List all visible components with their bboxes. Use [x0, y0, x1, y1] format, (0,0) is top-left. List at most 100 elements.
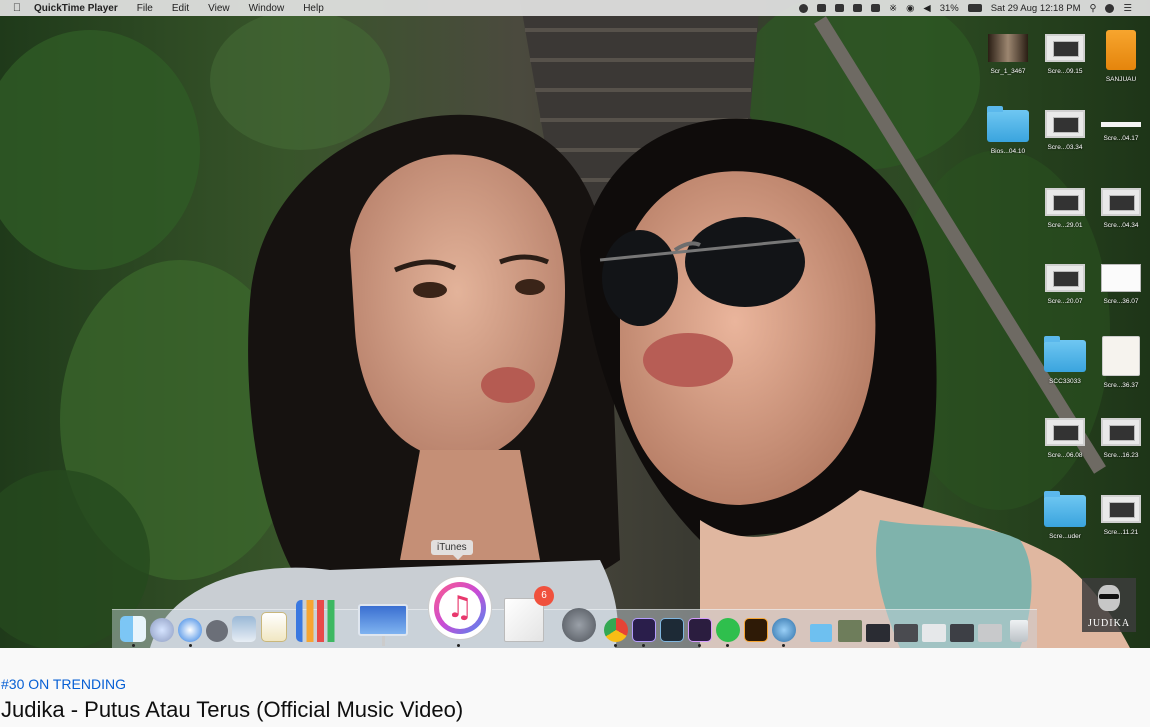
dock-thumbnail-icon[interactable]: [950, 624, 974, 642]
desktop-file-icon[interactable]: Scre...uder: [1039, 491, 1091, 540]
system-preferences-icon[interactable]: [562, 608, 596, 642]
menu-view[interactable]: View: [208, 3, 230, 14]
trash-icon[interactable]: [1010, 620, 1028, 642]
desktop-file-icon[interactable]: Scre...20.07: [1039, 264, 1091, 305]
menu-status-area: ※ ◉ ◀ 31% Sat 29 Aug 12:18 PM ⚲ ☰: [799, 0, 1132, 16]
thumb-thumbnail: [1045, 188, 1085, 216]
trending-badge[interactable]: #30 ON TRENDING: [1, 676, 126, 692]
watermark-sunglasses: [1099, 594, 1119, 599]
desktop-file-label: Bios...04.10: [990, 148, 1026, 155]
bluetooth-icon[interactable]: ※: [889, 3, 897, 14]
desktop-file-label: SANJUAU: [1105, 76, 1137, 83]
desktop-file-icon[interactable]: SANJUAU: [1095, 30, 1147, 83]
thumb-thumbnail: [1045, 110, 1085, 138]
line-thumbnail: [1101, 122, 1141, 127]
desktop-file-label: Scre...uder: [1049, 533, 1081, 540]
illustrator-icon[interactable]: [744, 618, 768, 642]
desktop-file-icon[interactable]: Scre...03.34: [1039, 110, 1091, 151]
numbers-icon[interactable]: [296, 600, 344, 642]
finder-icon[interactable]: [120, 616, 146, 642]
lightroom-icon[interactable]: [660, 618, 684, 642]
whatsapp-icon[interactable]: [716, 618, 740, 642]
desktop-file-label: SCC33033: [1049, 378, 1081, 385]
menu-edit[interactable]: Edit: [172, 3, 189, 14]
dock-thumbnail-icon[interactable]: [978, 624, 1002, 642]
spotlight-search-icon[interactable]: ⚲: [1090, 3, 1097, 14]
thumb-thumbnail: [1045, 34, 1085, 62]
battery-icon: [967, 4, 982, 12]
dock-tooltip: iTunes: [431, 540, 473, 560]
desktop-file-icon[interactable]: Scre...16.23: [1095, 418, 1147, 459]
menu-file[interactable]: File: [137, 3, 153, 14]
desktop-file-label: Scre...36.07: [1103, 298, 1139, 305]
drive-thumbnail: [1106, 30, 1136, 70]
desktop-file-icon[interactable]: Scr_1_3467: [982, 34, 1034, 75]
safari-icon[interactable]: [178, 618, 202, 642]
running-indicator: [782, 644, 785, 647]
menu-help[interactable]: Help: [303, 3, 324, 14]
desktop-file-icon[interactable]: SCC33033: [1039, 336, 1091, 385]
desktop-file-icon[interactable]: Scre...29.01: [1039, 188, 1091, 229]
menu-window[interactable]: Window: [249, 3, 285, 14]
camera-status-icon[interactable]: [871, 4, 881, 12]
dock-thumbnail-icon[interactable]: [922, 624, 946, 642]
desktop-file-label: Scre...03.34: [1047, 144, 1083, 151]
desktop-file-icon[interactable]: Scre...04.17: [1095, 110, 1147, 142]
battery-status[interactable]: 31%: [940, 3, 959, 14]
channel-watermark[interactable]: JUDIKA: [1082, 578, 1136, 632]
folder-thumbnail: [1044, 336, 1086, 372]
quicktime-icon[interactable]: [772, 618, 796, 642]
video-title: Judika - Putus Atau Terus (Official Musi…: [1, 697, 464, 722]
dock-thumbnail-icon[interactable]: [838, 620, 862, 642]
video-player[interactable]:  QuickTime Player File Edit View Window…: [0, 0, 1150, 648]
siri-icon[interactable]: [150, 618, 174, 642]
launchpad-icon[interactable]: [206, 620, 228, 642]
desktop-file-label: Scr_1_3467: [990, 68, 1026, 75]
desktop-file-icon[interactable]: Scre...36.07: [1095, 264, 1147, 305]
record-status-icon[interactable]: [799, 3, 809, 13]
desktop-file-icon[interactable]: Bios...04.10: [982, 106, 1034, 155]
display-status-icon[interactable]: [817, 4, 827, 12]
desktop-file-icon[interactable]: Scre...09.15: [1039, 34, 1091, 75]
apple-menu-icon[interactable]: : [0, 2, 34, 14]
running-indicator: [614, 644, 617, 647]
thumb-thumbnail: [1045, 264, 1085, 292]
thumb-thumbnail: [1101, 418, 1141, 446]
notification-center-icon[interactable]: ☰: [1123, 3, 1132, 14]
running-indicator: [189, 644, 192, 647]
thumb-thumbnail: [1101, 188, 1141, 216]
volume-icon[interactable]: ◀: [923, 3, 930, 14]
running-indicator: [132, 644, 135, 647]
wifi-icon[interactable]: ◉: [906, 3, 914, 14]
keynote-icon[interactable]: [358, 604, 408, 636]
desktop-file-label: Scre...16.23: [1103, 452, 1139, 459]
menu-app-name[interactable]: QuickTime Player: [34, 3, 118, 14]
cloud-status-icon[interactable]: [835, 4, 845, 12]
after-effects-icon[interactable]: [632, 618, 656, 642]
clipboard-status-icon[interactable]: [853, 4, 863, 12]
desktop-file-label: Scre...04.34: [1103, 222, 1139, 229]
siri-menu-icon[interactable]: [1105, 3, 1115, 13]
running-indicator: [698, 644, 701, 647]
desktop-file-icon[interactable]: Scre...36.37: [1095, 336, 1147, 389]
doc-thumbnail: [1101, 264, 1141, 292]
itunes-icon[interactable]: ♫: [428, 576, 492, 640]
downloads-folder-icon[interactable]: [810, 624, 832, 642]
desktop-file-icon[interactable]: Scre...04.34: [1095, 188, 1147, 229]
dock-thumbnail-icon[interactable]: [866, 624, 890, 642]
textedit-icon[interactable]: [261, 612, 287, 642]
desktop-file-icon[interactable]: Scre...11.21: [1095, 495, 1147, 536]
desktop-file-label: Scre...36.37: [1103, 382, 1139, 389]
mac-menu-bar:  QuickTime Player File Edit View Window…: [0, 0, 1150, 16]
premiere-icon[interactable]: [688, 618, 712, 642]
desktop-file-label: Scre...06.08: [1047, 452, 1083, 459]
preview-icon[interactable]: [232, 616, 256, 642]
dock-thumbnail-icon[interactable]: [894, 624, 918, 642]
clock[interactable]: Sat 29 Aug 12:18 PM: [991, 3, 1081, 14]
thumb-thumbnail: [1045, 418, 1085, 446]
folder-thumbnail: [987, 106, 1029, 142]
desktop-file-icon[interactable]: Scre...06.08: [1039, 418, 1091, 459]
desktop-file-label: Scre...04.17: [1103, 135, 1139, 142]
notification-badge: 6: [534, 586, 554, 606]
chrome-icon[interactable]: [604, 618, 628, 642]
